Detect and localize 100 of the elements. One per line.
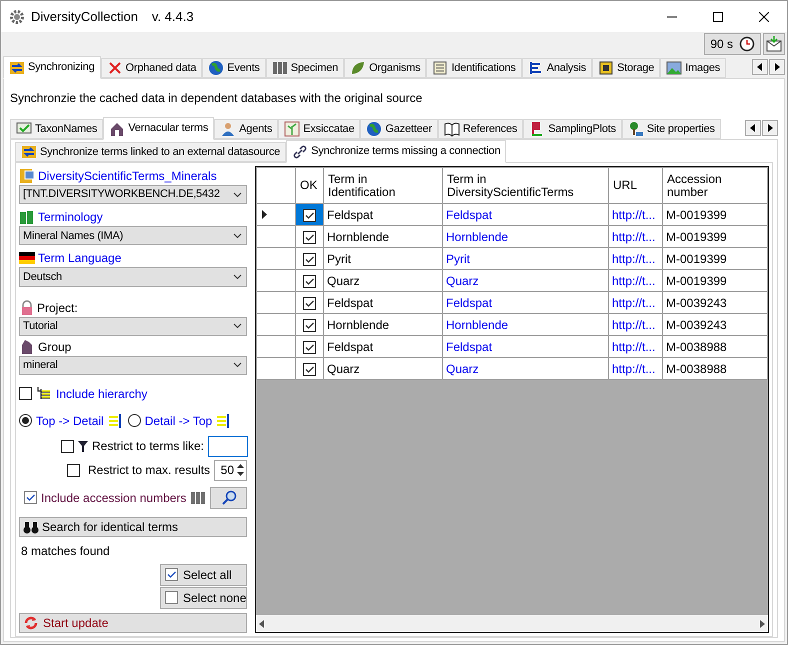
column-header[interactable]: Term in DiversityScientificTerms <box>442 168 608 204</box>
checkbox[interactable] <box>303 274 316 288</box>
column-header[interactable]: Accession number <box>662 168 768 204</box>
tab[interactable]: Specimen <box>266 58 344 78</box>
sync-arrows-icon <box>9 60 25 76</box>
house-icon <box>109 120 126 136</box>
scroll-left-button[interactable] <box>752 59 768 75</box>
checkbox[interactable] <box>19 387 32 400</box>
checkbox[interactable] <box>303 208 316 222</box>
select-all-button[interactable]: Select all <box>160 564 247 586</box>
checkbox[interactable] <box>303 230 316 244</box>
table-cell: Feldspat <box>324 204 442 226</box>
tab[interactable]: Organisms <box>344 58 426 78</box>
radio-button[interactable] <box>19 414 32 428</box>
mail-button[interactable] <box>763 33 785 55</box>
search-identical-button[interactable]: Search for identical terms <box>19 516 247 537</box>
timer-button[interactable]: 90 s <box>704 33 761 55</box>
checkbox[interactable] <box>303 340 316 354</box>
tab[interactable]: TaxonNames <box>10 119 104 139</box>
source-label[interactable]: DiversityScientificTerms_Minerals <box>38 167 217 185</box>
project-dropdown[interactable]: Tutorial <box>19 316 247 336</box>
source-dropdown[interactable]: [TNT.DIVERSITYWORKBENCH.DE,5432 <box>19 185 247 204</box>
table-link[interactable]: http://t... <box>608 336 662 358</box>
table-cell: M-0019399 <box>662 226 768 248</box>
checkbox[interactable] <box>303 296 316 310</box>
language-dropdown[interactable]: Deutsch <box>19 267 247 287</box>
language-label[interactable]: Term Language <box>38 249 122 268</box>
tab[interactable]: Gazetteer <box>360 119 438 139</box>
checkbox[interactable] <box>67 464 80 477</box>
table-link[interactable]: http://t... <box>608 204 662 226</box>
checkbox[interactable] <box>303 318 316 332</box>
checkbox[interactable] <box>165 591 178 604</box>
scroll-right-button[interactable] <box>769 59 785 75</box>
group-dropdown[interactable]: mineral <box>19 356 247 375</box>
tab[interactable]: Exsiccatae <box>278 119 360 139</box>
tab[interactable]: Storage <box>592 58 660 78</box>
link-icon <box>292 144 308 160</box>
scroll-right-icon <box>760 620 765 628</box>
checkbox[interactable] <box>61 440 74 453</box>
checkbox[interactable] <box>165 568 178 582</box>
magnifier-icon <box>220 490 237 506</box>
tab[interactable]: Agents <box>214 119 278 139</box>
table-link[interactable]: http://t... <box>608 358 662 380</box>
column-header[interactable]: URL <box>608 168 662 204</box>
tree-icon <box>628 121 644 137</box>
search-accession-button[interactable] <box>210 486 247 509</box>
tab[interactable]: SamplingPlots <box>523 119 622 139</box>
tab[interactable]: Synchronizing <box>3 56 100 79</box>
gear-icon <box>9 8 25 24</box>
envelope-icon <box>766 36 782 52</box>
tab[interactable]: Identifications <box>426 58 522 78</box>
flag-icon <box>19 252 35 264</box>
max-results-spinner[interactable]: 50 <box>214 460 247 481</box>
tab[interactable]: Events <box>202 58 266 78</box>
radio-button[interactable] <box>128 414 141 428</box>
table-cell: Pyrit <box>324 248 442 270</box>
image-icon <box>666 60 682 76</box>
tab[interactable]: Orphaned data <box>100 58 202 78</box>
table-cell: M-0039243 <box>662 314 768 336</box>
terms-like-field[interactable] <box>208 436 248 457</box>
checkbox[interactable] <box>303 252 316 266</box>
tab[interactable]: Analysis <box>522 58 592 78</box>
direction-label[interactable]: Detail -> Top <box>144 412 212 430</box>
table-link[interactable]: http://t... <box>608 226 662 248</box>
table-cell: Hornblende <box>324 226 442 248</box>
tab[interactable]: Synchronize terms missing a connection <box>286 140 506 163</box>
scroll-left-button[interactable] <box>745 120 761 136</box>
scroll-right-button[interactable] <box>762 120 778 136</box>
select-none-button[interactable]: Select none <box>160 586 247 609</box>
right-triangle-icon <box>767 124 773 132</box>
start-update-button[interactable]: Start update <box>19 612 247 634</box>
plant-card-icon <box>284 121 300 137</box>
terminology-label[interactable]: Terminology <box>38 208 103 226</box>
table-cell: Quarz <box>324 358 442 380</box>
column-header[interactable]: Term in Identification <box>324 168 442 204</box>
hierarchy-icon <box>36 386 52 402</box>
tab[interactable]: Site properties <box>622 119 721 139</box>
table-link[interactable]: http://t... <box>608 248 662 270</box>
table-link[interactable]: http://t... <box>608 270 662 292</box>
table-cell: Feldspat <box>442 204 608 226</box>
tab[interactable]: Synchronize terms linked to an external datasource <box>15 142 286 162</box>
direction-label[interactable]: Top -> Detail <box>36 412 104 430</box>
database-icon <box>19 168 35 184</box>
maximize-icon <box>713 12 723 22</box>
table-cell: M-0019399 <box>662 204 768 226</box>
include-hierarchy-label[interactable]: Include hierarchy <box>56 384 148 403</box>
table-link[interactable]: http://t... <box>608 292 662 314</box>
restrict-terms-label: Restrict to terms like: <box>92 438 204 456</box>
tab[interactable]: Vernacular terms <box>103 117 214 140</box>
tab[interactable]: References <box>438 119 524 139</box>
table-link[interactable]: http://t... <box>608 314 662 336</box>
terminology-dropdown[interactable]: Mineral Names (IMA) <box>19 226 247 246</box>
horizontal-scrollbar[interactable] <box>256 615 768 632</box>
checkbox[interactable] <box>24 491 37 504</box>
checkbox[interactable] <box>303 362 316 376</box>
table-cell: Quarz <box>442 270 608 292</box>
left-triangle-icon <box>757 63 763 71</box>
left-triangle-icon <box>750 124 756 132</box>
row-header[interactable] <box>256 204 296 226</box>
tab[interactable]: Images <box>660 58 726 78</box>
